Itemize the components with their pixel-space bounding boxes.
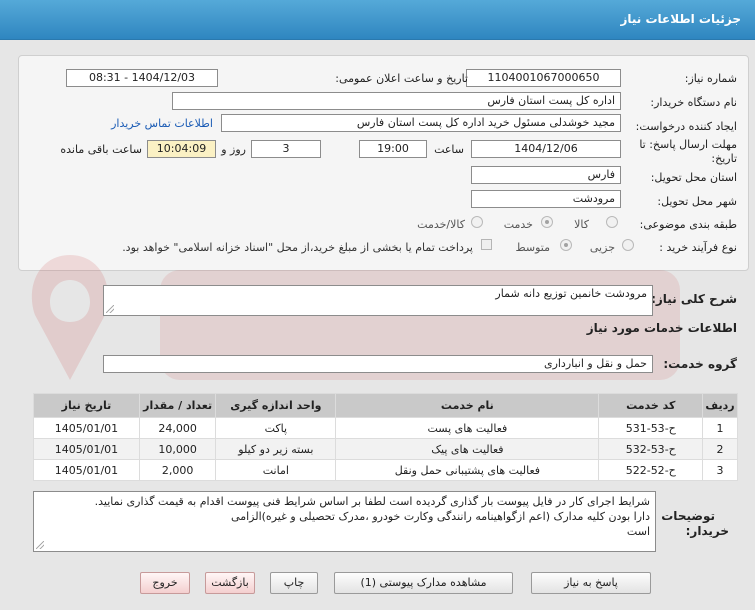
- creator-field: مجید خوشدلی مسئول خرید اداره کل پست استا…: [221, 114, 621, 132]
- announce-date-field: 1404/12/03 - 08:31: [66, 69, 218, 87]
- deadline-time-field: 19:00: [359, 140, 427, 158]
- service-group-label: گروه خدمت:: [663, 357, 737, 371]
- need-number-field: 1104001067000650: [466, 69, 621, 87]
- service-unit: امانت: [215, 459, 337, 481]
- notes-line: دارا بودن کلیه مدارک (اعم ازگواهینامه را…: [231, 510, 650, 523]
- reply-button[interactable]: پاسخ به نیاز: [531, 572, 651, 594]
- buyer-contact-link[interactable]: اطلاعات تماس خریدار: [111, 117, 213, 130]
- category-goods-service-radio[interactable]: [471, 216, 483, 228]
- category-goods-label: کالا: [574, 218, 589, 231]
- resize-grip-icon: [36, 541, 44, 549]
- back-button[interactable]: بازگشت: [205, 572, 255, 594]
- category-goods-radio[interactable]: [606, 216, 618, 228]
- col-row-header: ردیف: [702, 393, 738, 418]
- col-date-header: تاریخ نیاز: [33, 393, 140, 418]
- service-name: فعالیت های پیک: [335, 438, 600, 460]
- process-medium-radio[interactable]: [560, 239, 572, 251]
- process-minor-radio[interactable]: [622, 239, 634, 251]
- days-label: روز و: [221, 143, 246, 156]
- table-row: 3 ح-52-522 فعالیت های پشتیبانی حمل ونقل …: [33, 459, 738, 481]
- service-code: ح-53-531: [598, 417, 704, 439]
- treasury-payment-note: پرداخت تمام یا بخشی از مبلغ خرید،از محل …: [122, 241, 473, 254]
- view-attachments-button[interactable]: مشاهده مدارک پیوستی (1): [334, 572, 513, 594]
- service-qty: 10,000: [138, 438, 217, 460]
- service-name: فعالیت های پشتیبانی حمل ونقل: [335, 459, 600, 481]
- buyer-org-field: اداره کل پست استان فارس: [172, 92, 621, 110]
- details-panel: [18, 55, 749, 271]
- exit-button[interactable]: خروج: [140, 572, 190, 594]
- service-date: 1405/01/01: [33, 417, 140, 439]
- window-title: جزئیات اطلاعات نیاز: [620, 12, 741, 26]
- service-qty: 24,000: [138, 417, 217, 439]
- process-minor-label: جزیی: [589, 241, 615, 254]
- remaining-time-field: 10:04:09: [147, 140, 216, 158]
- city-field: مرودشت: [471, 190, 621, 208]
- service-date: 1405/01/01: [33, 438, 140, 460]
- service-name: فعالیت های پست: [335, 417, 600, 439]
- col-code-header: کد خدمت: [598, 393, 704, 418]
- deadline-date-label: تاریخ:: [711, 152, 737, 165]
- deadline-time-label: ساعت: [434, 143, 464, 156]
- summary-field: مرودشت خانمین توزیع دانه شمار: [103, 285, 653, 316]
- deadline-date-field: 1404/12/06: [471, 140, 621, 158]
- services-section-title: اطلاعات خدمات مورد نیاز: [586, 321, 737, 335]
- buyer-notes-label-2: خریدار:: [685, 524, 729, 538]
- notes-line: شرایط اجرای کار در فایل پیوست بار گذاری …: [94, 495, 650, 508]
- creator-label: ایجاد کننده درخواست:: [635, 120, 737, 133]
- service-code: ح-53-532: [598, 438, 704, 460]
- days-remaining-field: 3: [251, 140, 321, 158]
- print-button[interactable]: چاپ: [270, 572, 318, 594]
- buyer-notes-label: توضیحات: [661, 509, 715, 523]
- service-group-field: حمل و نقل و انبارداری: [103, 355, 653, 373]
- table-row: 2 ح-53-532 فعالیت های پیک بسته زیر دو کی…: [33, 438, 738, 460]
- service-qty: 2,000: [138, 459, 217, 481]
- category-label: طبقه بندی موضوعی:: [639, 218, 737, 231]
- services-table: ردیف کد خدمت نام خدمت واحد اندازه گیری ت…: [33, 393, 738, 481]
- remaining-time-label: ساعت باقی مانده: [60, 143, 142, 156]
- service-unit: پاکت: [215, 417, 337, 439]
- process-type-label: نوع فرآیند خرید :: [659, 241, 737, 254]
- city-label: شهر محل تحویل:: [657, 195, 737, 208]
- province-label: استان محل تحویل:: [650, 171, 737, 184]
- col-unit-header: واحد اندازه گیری: [215, 393, 337, 418]
- category-service-label: خدمت: [503, 218, 533, 231]
- category-service-radio[interactable]: [541, 216, 553, 228]
- table-header-row: ردیف کد خدمت نام خدمت واحد اندازه گیری ت…: [33, 393, 738, 418]
- resize-grip-icon: [106, 305, 114, 313]
- service-code: ح-52-522: [598, 459, 704, 481]
- table-row: 1 ح-53-531 فعالیت های پست پاکت 24,000 14…: [33, 417, 738, 439]
- deadline-label: مهلت ارسال پاسخ: تا: [639, 138, 737, 151]
- category-goods-service-label: کالا/خدمت: [417, 218, 465, 231]
- province-field: فارس: [471, 166, 621, 184]
- summary-label: شرح کلی نیاز:: [651, 292, 737, 306]
- col-qty-header: تعداد / مقدار: [138, 393, 217, 418]
- announce-label: تاریخ و ساعت اعلان عمومی:: [335, 72, 468, 85]
- buyer-org-label: نام دستگاه خریدار:: [650, 96, 737, 109]
- process-medium-label: متوسط: [515, 241, 550, 254]
- notes-line: است: [626, 525, 650, 538]
- service-unit: بسته زیر دو کیلو: [215, 438, 337, 460]
- row-number: 2: [702, 438, 738, 460]
- row-number: 3: [702, 459, 738, 481]
- title-bar: جزئیات اطلاعات نیاز: [0, 0, 755, 40]
- row-number: 1: [702, 417, 738, 439]
- need-number-label: شماره نیاز:: [684, 72, 737, 85]
- service-date: 1405/01/01: [33, 459, 140, 481]
- col-name-header: نام خدمت: [335, 393, 600, 418]
- buyer-notes-field: شرایط اجرای کار در فایل پیوست بار گذاری …: [33, 491, 656, 552]
- treasury-payment-checkbox[interactable]: [481, 239, 492, 250]
